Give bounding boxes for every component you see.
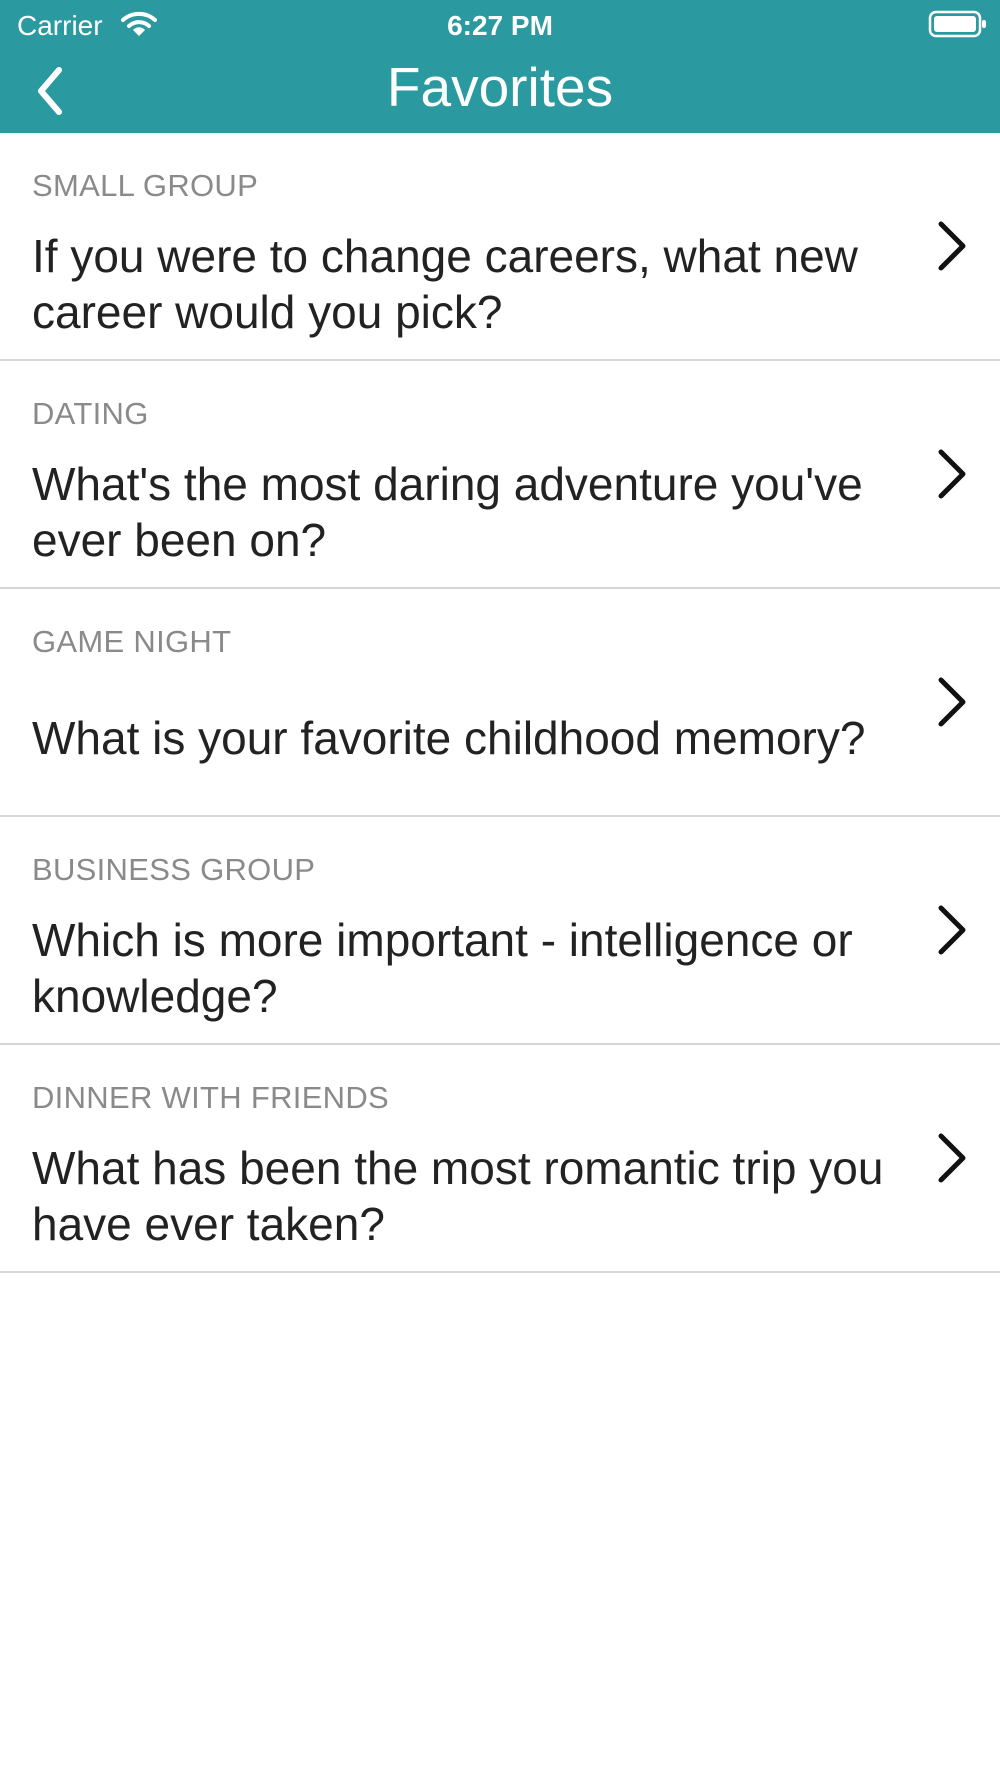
chevron-right-icon	[938, 905, 966, 955]
list-item[interactable]: DINNER WITH FRIENDS What has been the mo…	[0, 1045, 1000, 1273]
chevron-right-icon	[938, 1133, 966, 1183]
category-label: DATING	[32, 396, 149, 431]
page-title: Favorites	[386, 56, 614, 118]
list-item[interactable]: BUSINESS GROUP Which is more important -…	[0, 817, 1000, 1045]
chevron-right-icon	[938, 221, 966, 271]
question-text: If you were to change careers, what new …	[32, 230, 858, 338]
chevron-left-icon	[38, 67, 62, 115]
list-item[interactable]: DATING What's the most daring adventure …	[0, 361, 1000, 589]
question-text: What has been the most romantic trip you…	[32, 1142, 884, 1250]
battery-icon	[928, 10, 986, 38]
category-label: SMALL GROUP	[32, 168, 259, 203]
navigation-header: Carrier 6:27 PM Favorites	[0, 0, 1000, 133]
question-text: What's the most daring adventure you've …	[32, 458, 863, 566]
category-label: GAME NIGHT	[32, 624, 232, 659]
back-button[interactable]	[20, 56, 80, 126]
favorites-list: SMALL GROUP If you were to change career…	[0, 133, 1000, 1273]
status-time: 6:27 PM	[447, 10, 553, 41]
category-label: DINNER WITH FRIENDS	[32, 1080, 390, 1115]
list-item[interactable]: GAME NIGHT What is your favorite childho…	[0, 589, 1000, 817]
list-item[interactable]: SMALL GROUP If you were to change career…	[0, 133, 1000, 361]
chevron-right-icon	[938, 449, 966, 499]
question-text: What is your favorite childhood memory?	[32, 712, 866, 764]
question-text: Which is more important - intelligence o…	[32, 914, 853, 1022]
chevron-right-icon	[938, 677, 966, 727]
category-label: BUSINESS GROUP	[32, 852, 316, 887]
